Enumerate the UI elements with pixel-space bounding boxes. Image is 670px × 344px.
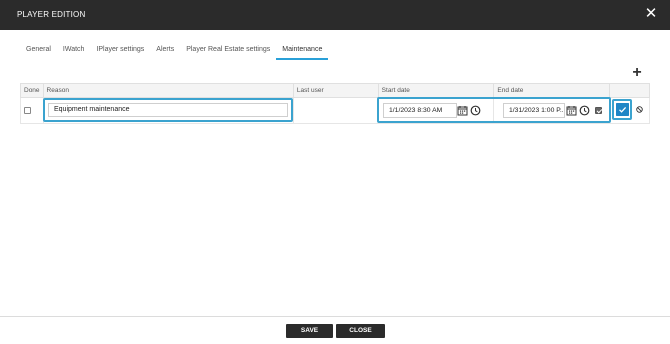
column-header-start-date: Start date bbox=[377, 83, 495, 98]
done-checkbox[interactable] bbox=[24, 106, 31, 114]
window-title: PLAYER EDITION bbox=[17, 10, 86, 19]
cancel-row-icon[interactable] bbox=[636, 106, 643, 113]
title-bar: PLAYER EDITION ✕ bbox=[0, 0, 670, 30]
save-button[interactable]: SAVE bbox=[286, 324, 333, 338]
tab-bar: General IWatch IPlayer settings Alerts P… bbox=[20, 44, 329, 62]
column-header-reason: Reason bbox=[42, 83, 294, 98]
tab-maintenance[interactable]: Maintenance bbox=[276, 44, 329, 60]
dates-highlight: 1/1/2023 8:30 AM 1/31/2023 1:00 P... bbox=[377, 97, 611, 123]
end-calendar-icon[interactable] bbox=[566, 105, 577, 116]
end-clock-icon[interactable] bbox=[579, 105, 590, 116]
end-date-enabled-checkbox[interactable] bbox=[595, 107, 602, 114]
start-clock-icon[interactable] bbox=[470, 105, 481, 116]
column-header-end-date: End date bbox=[493, 83, 611, 98]
tab-iwatch[interactable]: IWatch bbox=[57, 44, 91, 60]
save-row-highlight bbox=[612, 99, 632, 120]
start-calendar-icon[interactable] bbox=[457, 105, 468, 116]
last-user-cell bbox=[292, 97, 379, 124]
close-icon[interactable]: ✕ bbox=[644, 6, 658, 22]
end-date-input[interactable]: 1/31/2023 1:00 P... bbox=[503, 103, 565, 118]
confirm-row-button[interactable] bbox=[616, 103, 629, 116]
column-header-last-user: Last user bbox=[292, 83, 379, 98]
tab-alerts[interactable]: Alerts bbox=[150, 44, 180, 60]
tab-player-real-estate-settings[interactable]: Player Real Estate settings bbox=[180, 44, 276, 60]
tab-general[interactable]: General bbox=[20, 44, 57, 60]
close-button[interactable]: CLOSE bbox=[336, 324, 385, 338]
tab-iplayer-settings[interactable]: IPlayer settings bbox=[90, 44, 150, 60]
add-icon[interactable]: + bbox=[631, 65, 643, 81]
done-cell bbox=[20, 97, 44, 124]
start-date-input[interactable]: 1/1/2023 8:30 AM bbox=[383, 103, 457, 118]
reason-input[interactable]: Equipment maintenance bbox=[48, 103, 288, 117]
column-header-actions bbox=[609, 83, 650, 98]
column-header-done: Done bbox=[20, 83, 44, 98]
footer: SAVE CLOSE bbox=[0, 316, 670, 344]
table-header-row: Done Reason Last user Start date End dat… bbox=[20, 83, 650, 98]
reason-highlight: Equipment maintenance bbox=[43, 98, 293, 122]
